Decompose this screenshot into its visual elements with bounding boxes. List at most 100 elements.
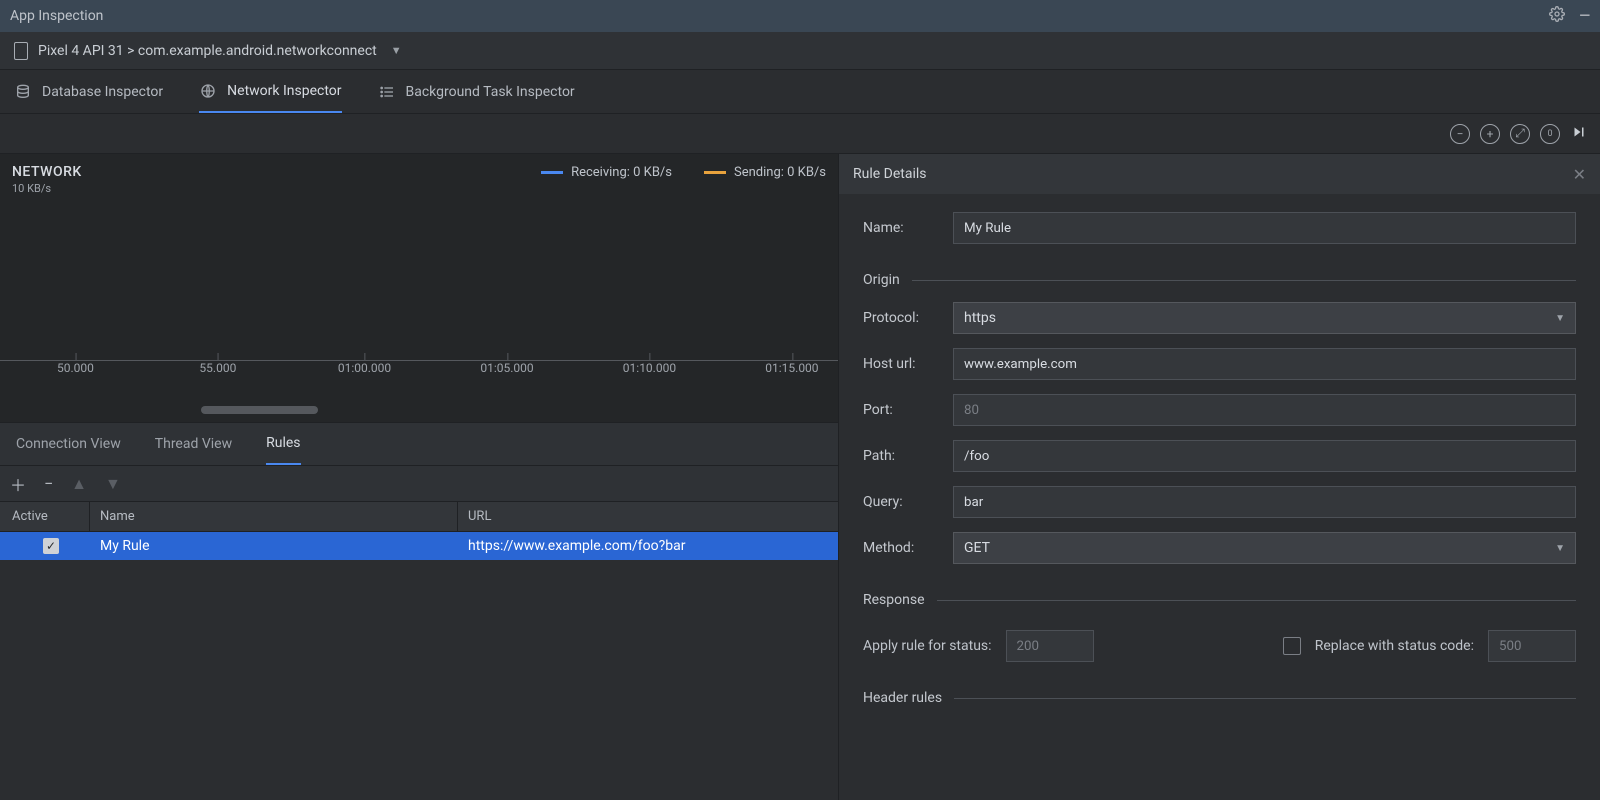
column-url[interactable]: URL bbox=[458, 502, 838, 531]
divider-line bbox=[937, 600, 1576, 601]
divider-line bbox=[954, 698, 1576, 699]
apply-status-label: Apply rule for status: bbox=[863, 638, 992, 654]
tab-thread-view[interactable]: Thread View bbox=[155, 423, 232, 465]
tab-label: Background Task Inspector bbox=[406, 84, 575, 100]
rules-table-header: Active Name URL bbox=[0, 502, 838, 532]
query-input[interactable] bbox=[953, 486, 1576, 518]
legend-sending: Sending: 0 KB/s bbox=[704, 165, 826, 180]
tab-rules[interactable]: Rules bbox=[266, 423, 300, 465]
tab-connection-view[interactable]: Connection View bbox=[16, 423, 121, 465]
row-name: My Rule bbox=[90, 532, 458, 560]
reset-zoom-button[interactable]: ⤢ bbox=[1510, 124, 1530, 144]
apply-status-input[interactable] bbox=[1006, 630, 1094, 662]
header-rules-section: Header rules bbox=[863, 690, 1576, 706]
details-body: Name: Origin Protocol: https ▼ Host url:… bbox=[839, 194, 1600, 724]
origin-section: Origin bbox=[863, 272, 1576, 288]
globe-icon bbox=[199, 82, 217, 100]
rule-details-panel: Rule Details ✕ Name: Origin Protocol: ht… bbox=[838, 154, 1600, 800]
minimize-icon[interactable]: — bbox=[1579, 8, 1590, 24]
chevron-down-icon[interactable]: ▼ bbox=[391, 44, 402, 57]
method-value: GET bbox=[964, 540, 990, 556]
port-input[interactable] bbox=[953, 394, 1576, 426]
go-to-end-button[interactable] bbox=[1570, 123, 1588, 145]
network-title: NETWORK bbox=[12, 164, 82, 180]
path-input[interactable] bbox=[953, 440, 1576, 472]
tick: 01:05.000 bbox=[480, 361, 533, 375]
sending-swatch bbox=[704, 171, 726, 174]
left-panel: NETWORK Receiving: 0 KB/s Sending: 0 KB/… bbox=[0, 154, 838, 800]
timeline-axis: 50.000 55.000 01:00.000 01:05.000 01:10.… bbox=[0, 360, 838, 390]
table-row[interactable]: ✓ My Rule https://www.example.com/foo?ba… bbox=[0, 532, 838, 560]
breadcrumb-bar: Pixel 4 API 31 > com.example.android.net… bbox=[0, 32, 1600, 70]
details-header: Rule Details ✕ bbox=[839, 154, 1600, 194]
tick: 55.000 bbox=[199, 361, 236, 375]
add-rule-button[interactable]: ＋ bbox=[10, 472, 26, 496]
network-graph: NETWORK Receiving: 0 KB/s Sending: 0 KB/… bbox=[0, 154, 838, 422]
titlebar-controls: — bbox=[1549, 6, 1590, 26]
response-row: Apply rule for status: Replace with stat… bbox=[863, 630, 1576, 662]
column-active[interactable]: Active bbox=[0, 502, 90, 531]
tick: 01:15.000 bbox=[765, 361, 818, 375]
inspector-tabs: Database Inspector Network Inspector Bac… bbox=[0, 70, 1600, 114]
query-label: Query: bbox=[863, 494, 941, 510]
tab-database-inspector[interactable]: Database Inspector bbox=[14, 70, 163, 113]
zoom-out-button[interactable]: − bbox=[1450, 124, 1470, 144]
tick: 01:10.000 bbox=[623, 361, 676, 375]
origin-section-label: Origin bbox=[863, 272, 900, 288]
protocol-label: Protocol: bbox=[863, 310, 941, 326]
view-tabs: Connection View Thread View Rules bbox=[0, 422, 838, 466]
breadcrumb-text[interactable]: Pixel 4 API 31 > com.example.android.net… bbox=[38, 43, 377, 59]
protocol-value: https bbox=[964, 310, 996, 326]
name-label: Name: bbox=[863, 220, 941, 236]
response-section: Response bbox=[863, 592, 1576, 608]
chevron-down-icon: ▼ bbox=[1555, 543, 1565, 554]
port-label: Port: bbox=[863, 402, 941, 418]
legend-sending-label: Sending: 0 KB/s bbox=[734, 165, 826, 180]
device-icon bbox=[14, 42, 28, 60]
tick: 50.000 bbox=[57, 361, 94, 375]
timeline-scrollbar-thumb[interactable] bbox=[201, 406, 318, 414]
method-select[interactable]: GET ▼ bbox=[953, 532, 1576, 564]
zoom-in-button[interactable]: + bbox=[1480, 124, 1500, 144]
host-url-input[interactable] bbox=[953, 348, 1576, 380]
close-icon[interactable]: ✕ bbox=[1573, 165, 1586, 184]
legend: Receiving: 0 KB/s Sending: 0 KB/s bbox=[541, 165, 826, 180]
y-axis-scale: 10 KB/s bbox=[0, 180, 838, 195]
chevron-down-icon: ▼ bbox=[1555, 313, 1565, 324]
active-checkbox[interactable]: ✓ bbox=[43, 538, 59, 554]
tick: 01:00.000 bbox=[338, 361, 391, 375]
response-section-label: Response bbox=[863, 592, 925, 608]
remove-rule-button[interactable]: − bbox=[44, 474, 53, 493]
main-split: NETWORK Receiving: 0 KB/s Sending: 0 KB/… bbox=[0, 154, 1600, 800]
gear-icon[interactable] bbox=[1549, 6, 1565, 26]
replace-status-input[interactable] bbox=[1488, 630, 1576, 662]
move-down-button[interactable]: ▼ bbox=[105, 474, 121, 494]
protocol-select[interactable]: https ▼ bbox=[953, 302, 1576, 334]
list-icon bbox=[378, 83, 396, 101]
database-icon bbox=[14, 83, 32, 101]
host-url-label: Host url: bbox=[863, 356, 941, 372]
titlebar: App Inspection — bbox=[0, 0, 1600, 32]
details-title: Rule Details bbox=[853, 166, 927, 182]
name-input[interactable] bbox=[953, 212, 1576, 244]
secondary-toolbar: − + ⤢ 0 bbox=[0, 114, 1600, 154]
move-up-button[interactable]: ▲ bbox=[71, 474, 87, 494]
tab-label: Database Inspector bbox=[42, 84, 163, 100]
fit-button[interactable]: 0 bbox=[1540, 124, 1560, 144]
row-url: https://www.example.com/foo?bar bbox=[458, 532, 838, 560]
column-name[interactable]: Name bbox=[90, 502, 458, 531]
receiving-swatch bbox=[541, 171, 563, 174]
replace-status-label: Replace with status code: bbox=[1315, 638, 1474, 654]
tab-background-task-inspector[interactable]: Background Task Inspector bbox=[378, 70, 575, 113]
legend-receiving: Receiving: 0 KB/s bbox=[541, 165, 672, 180]
method-label: Method: bbox=[863, 540, 941, 556]
legend-receiving-label: Receiving: 0 KB/s bbox=[571, 165, 672, 180]
panel-title: App Inspection bbox=[10, 8, 103, 24]
divider-line bbox=[912, 280, 1576, 281]
rules-toolbar: ＋ − ▲ ▼ bbox=[0, 466, 838, 502]
tab-label: Network Inspector bbox=[227, 83, 341, 99]
rules-table-body: ✓ My Rule https://www.example.com/foo?ba… bbox=[0, 532, 838, 800]
tab-network-inspector[interactable]: Network Inspector bbox=[199, 70, 341, 113]
header-rules-section-label: Header rules bbox=[863, 690, 942, 706]
replace-status-checkbox[interactable] bbox=[1283, 637, 1301, 655]
